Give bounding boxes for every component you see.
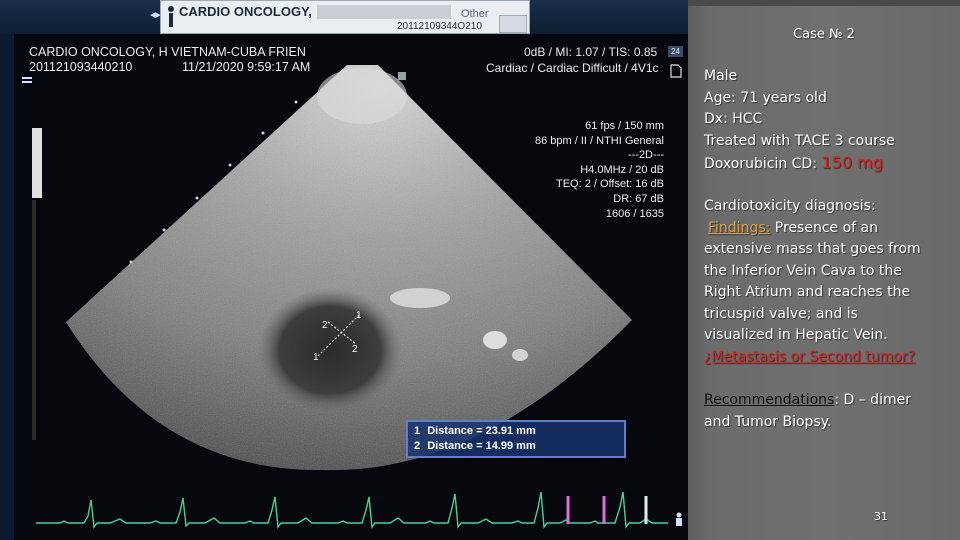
- depth-scale: [32, 200, 36, 440]
- preset-label: Cardiac / Cardiac Difficult / 4V1c: [486, 61, 659, 75]
- recommendations-block: Recommendations: D – dimer and Tumor Bio…: [704, 390, 911, 433]
- patient-id-label: 201121093440210: [29, 60, 133, 74]
- mass-region: [258, 288, 402, 412]
- param-fps: 61 fps / 150 mm: [585, 120, 664, 132]
- diagnosis-block: Cardiotoxicity diagnosis: Findings: Pres…: [704, 196, 921, 368]
- distance-index-2: 2: [414, 440, 421, 452]
- ultrasound-image: 1 2 1 2: [32, 65, 668, 529]
- distance-row-2: 2 Distance = 14.99 mm: [414, 440, 536, 452]
- distance-measurements: 1 Distance = 23.91 mm 2 Distance = 14.99…: [406, 420, 626, 458]
- distance-row-1: 1 Distance = 23.91 mm: [414, 425, 536, 437]
- param-teq: TEQ: 2 / Offset: 16 dB: [555, 178, 664, 191]
- document-icon[interactable]: [670, 64, 682, 78]
- dose-label: Doxorubicin CD:: [704, 156, 817, 172]
- ecg-trace: [36, 491, 668, 529]
- param-dr: DR: 67 dB: [613, 192, 664, 205]
- bright-echo-2: [512, 349, 528, 361]
- param-bpm: 86 bpm / II / NTHI General: [535, 134, 664, 147]
- case-panel: Case № 2 Male Age: 71 years old Dx: HCC …: [688, 0, 960, 540]
- findings-text-2: extensive mass that goes from: [704, 241, 921, 257]
- findings-text-6: visualized in Hepatic Vein.: [704, 327, 888, 343]
- findings-text-4: Right Atrium and reaches the: [704, 284, 911, 300]
- caliper-mark-1b: 1: [313, 352, 319, 363]
- distance-value-1: Distance = 23.91 mm: [427, 425, 536, 437]
- ecg-person-icon: [674, 512, 684, 526]
- summary-age: Age: 71 years old: [704, 89, 827, 106]
- caliper-mark-1a: 1: [356, 310, 362, 321]
- findings-text-1: Presence of an: [770, 219, 878, 236]
- acquisition-params: 61 fps / 150 mm 86 bpm / II / NTHI Gener…: [535, 119, 664, 221]
- page-number: 31: [874, 510, 888, 523]
- summary-sex: Male: [704, 68, 738, 84]
- small-square-icon: [398, 72, 406, 80]
- distance-index-1: 1: [414, 425, 421, 437]
- summary-dose: Doxorubicin CD: 150 mg: [704, 152, 895, 176]
- param-frames: 1606 / 1635: [605, 207, 664, 220]
- recommendations-text: : D – dimer: [834, 392, 911, 408]
- findings-line: Findings: Presence of an: [704, 218, 921, 240]
- bright-wall: [390, 288, 450, 308]
- dose-value: 150 mg: [821, 153, 883, 172]
- datetime-label: 11/21/2020 9:59:17 AM: [182, 60, 311, 74]
- diagnosis-question: ¿Metastasis or Second tumor?: [704, 348, 915, 365]
- findings-label: Findings:: [708, 219, 771, 236]
- power-label: 0dB / MI: 1.07 / TIS: 0.85: [524, 45, 658, 59]
- caliper-mark-2a: 2: [322, 320, 328, 331]
- bright-echo: [483, 331, 507, 349]
- findings-text-3: the Inferior Vein Cava to the: [704, 262, 902, 279]
- patient-summary: Male Age: 71 years old Dx: HCC Treated w…: [704, 66, 895, 176]
- near-field-arc: [317, 68, 407, 124]
- findings-text-5: tricuspid valve; and is: [704, 305, 858, 322]
- institution-label: CARDIO ONCOLOGY, H VIETNAM-CUBA FRIEN: [29, 45, 306, 59]
- menu-icon[interactable]: [22, 73, 32, 83]
- case-title: Case № 2: [793, 27, 855, 42]
- caliper-mark-2b: 2: [352, 344, 358, 355]
- grayscale-bar: [32, 128, 42, 198]
- summary-dx: Dx: HCC: [704, 111, 763, 127]
- summary-treatment: Treated with TACE 3 course: [704, 132, 895, 149]
- recommendations-label: Recommendations: [704, 392, 835, 408]
- param-mode: ---2D---: [627, 149, 664, 162]
- distance-value-2: Distance = 14.99 mm: [427, 440, 536, 452]
- recommendations-text-2: and Tumor Biopsy.: [704, 413, 832, 430]
- side-badge[interactable]: 24: [668, 46, 683, 57]
- param-freq: H4.0MHz / 20 dB: [580, 163, 664, 176]
- recommendations-line: Recommendations: D – dimer: [704, 390, 911, 412]
- diagnosis-title: Cardiotoxicity diagnosis:: [704, 198, 876, 214]
- ultrasound-monitor: ◂▸ CARDIO ONCOLOGY, Other 20112109344O21…: [0, 0, 688, 540]
